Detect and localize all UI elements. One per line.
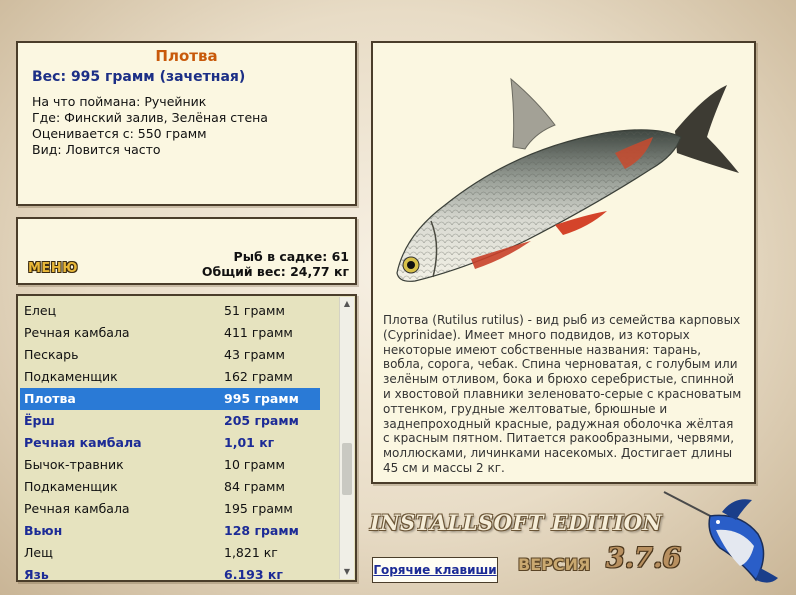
catch-fish-name: Речная камбала — [24, 501, 130, 516]
catch-fish-name: Плотва — [24, 391, 76, 406]
catch-row[interactable]: Язь 6.193 кг — [20, 564, 320, 582]
scroll-up-arrow-icon[interactable]: ▲ — [340, 297, 354, 311]
fish-name: Плотва — [155, 47, 218, 65]
catch-fish-name: Елец — [24, 303, 57, 318]
catch-row[interactable]: Лещ 1,821 кг — [20, 542, 320, 564]
catch-row[interactable]: Плотва 995 грамм — [20, 388, 320, 410]
catch-fish-weight: 51 грамм — [224, 303, 285, 318]
catch-row[interactable]: Речная камбала 411 грамм — [20, 322, 320, 344]
catch-row[interactable]: Бычок-травник 10 грамм — [20, 454, 320, 476]
catch-row[interactable]: Елец 51 грамм — [20, 300, 320, 322]
catch-fish-name: Вьюн — [24, 523, 63, 538]
catch-row[interactable]: Речная камбала 195 грамм — [20, 498, 320, 520]
catch-row[interactable]: Вьюн 128 грамм — [20, 520, 320, 542]
catch-fish-weight: 1,821 кг — [224, 545, 278, 560]
catch-fish-weight: 205 грамм — [224, 413, 299, 428]
scroll-down-arrow-icon[interactable]: ▼ — [340, 565, 354, 579]
catch-fish-name: Лещ — [24, 545, 53, 560]
catch-fish-weight: 995 грамм — [224, 391, 299, 406]
catch-fish-weight: 128 грамм — [224, 523, 299, 538]
catch-fish-weight: 162 грамм — [224, 369, 293, 384]
menu-button[interactable]: МЕНЮ — [28, 261, 78, 276]
version-label: ВЕРСИЯ — [518, 555, 591, 574]
fish-info-panel: Плотва Вес: 995 грамм (зачетная) На что … — [16, 41, 357, 206]
fish-weight: Вес: 995 грамм (зачетная) — [32, 69, 246, 85]
brand-title: INSTALLSOFT EDITION — [370, 510, 663, 535]
catch-fish-name: Речная камбала — [24, 325, 130, 340]
catch-row[interactable]: Подкаменщик 84 грамм — [20, 476, 320, 498]
keepnet-status-panel: МЕНЮ Рыб в садке: 61 Общий вес: 24,77 кг — [16, 217, 357, 285]
catch-fish-weight: 84 грамм — [224, 479, 285, 494]
bait-info: На что поймана: Ручейник — [32, 94, 207, 109]
catch-row[interactable]: Пескарь 43 грамм — [20, 344, 320, 366]
catch-row[interactable]: Ёрш 205 грамм — [20, 410, 320, 432]
total-weight: Общий вес: 24,77 кг — [201, 264, 349, 279]
hotkeys-button[interactable]: Горячие клавиши — [372, 557, 498, 583]
scroll-thumb[interactable] — [342, 443, 352, 495]
catch-fish-name: Речная камбала — [24, 435, 142, 450]
catch-fish-name: Пескарь — [24, 347, 79, 362]
catch-fish-weight: 1,01 кг — [224, 435, 275, 450]
fish-count: Рыб в садке: 61 — [233, 249, 349, 264]
catch-fish-name: Язь — [24, 567, 49, 582]
catch-fish-weight: 411 грамм — [224, 325, 293, 340]
rating-threshold-info: Оценивается с: 550 грамм — [32, 126, 207, 141]
catch-fish-weight: 6.193 кг — [224, 567, 283, 582]
catch-fish-weight: 195 грамм — [224, 501, 293, 516]
catch-row[interactable]: Речная камбала 1,01 кг — [20, 432, 320, 454]
list-scrollbar[interactable]: ▲ ▼ — [339, 297, 354, 579]
catch-fish-name: Ёрш — [24, 413, 55, 428]
catch-fish-weight: 43 грамм — [224, 347, 285, 362]
roach-fish-image — [396, 77, 739, 282]
catch-fish-weight: 10 грамм — [224, 457, 285, 472]
marlin-logo-icon — [663, 491, 778, 583]
fish-picture-panel: Плотва (Rutilus rutilus) - вид рыб из се… — [371, 41, 756, 484]
catch-fish-name: Подкаменщик — [24, 479, 118, 494]
frequency-info: Вид: Ловится часто — [32, 142, 161, 157]
location-info: Где: Финский залив, Зелёная стена — [32, 110, 268, 125]
catch-list[interactable]: Елец 51 грамм Речная камбала 411 грамм Песка… — [16, 294, 357, 582]
catch-fish-name: Подкаменщик — [24, 369, 118, 384]
catch-row[interactable]: Подкаменщик 162 грамм — [20, 366, 320, 388]
fish-description: Плотва (Rutilus rutilus) - вид рыб из се… — [383, 313, 742, 475]
catch-fish-name: Бычок-травник — [24, 457, 124, 472]
